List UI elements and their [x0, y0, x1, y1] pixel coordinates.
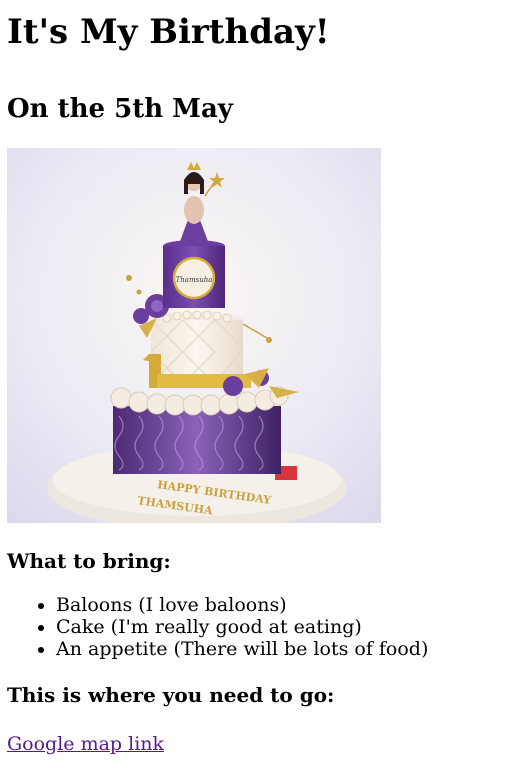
cake-illustration: HAPPY BIRTHDAY THAMSUHA Thamsuha: [7, 148, 381, 523]
bring-heading: What to bring:: [7, 549, 171, 573]
date-heading: On the 5th May: [7, 94, 233, 124]
list-item: Baloons (I love baloons): [56, 594, 522, 616]
list-item: Cake (I'm really good at eating): [56, 616, 522, 638]
bring-list: Baloons (I love baloons) Cake (I'm reall…: [7, 594, 522, 660]
google-map-link[interactable]: Google map link: [7, 733, 164, 755]
cake-image: HAPPY BIRTHDAY THAMSUHA Thamsuha: [7, 148, 381, 523]
svg-text:Thamsuha: Thamsuha: [176, 276, 213, 284]
list-item: An appetite (There will be lots of food): [56, 638, 522, 660]
page-title: It's My Birthday!: [7, 12, 330, 52]
directions-heading: This is where you need to go:: [7, 683, 335, 707]
